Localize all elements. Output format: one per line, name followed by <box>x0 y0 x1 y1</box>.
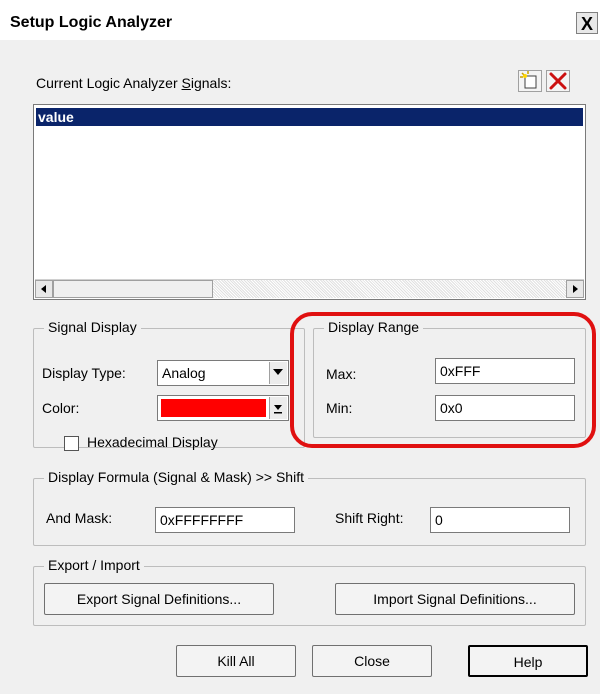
hexadecimal-display-label: Hexadecimal Display <box>87 434 218 450</box>
new-item-icon <box>520 71 537 89</box>
import-signal-definitions-button[interactable]: Import Signal Definitions... <box>335 583 575 615</box>
scroll-left-arrow[interactable] <box>35 280 53 298</box>
signals-label-prefix: Current Logic Analyzer <box>36 75 182 91</box>
scroll-right-arrow[interactable] <box>566 280 584 298</box>
kill-all-button[interactable]: Kill All <box>176 645 296 677</box>
signals-label-suffix: ignals: <box>190 75 232 91</box>
color-dropdown-button[interactable] <box>269 397 287 419</box>
and-mask-value: 0xFFFFFFFF <box>160 512 244 528</box>
scroll-thumb[interactable] <box>53 280 213 298</box>
title-bar: Setup Logic Analyzer X <box>0 0 600 40</box>
setup-logic-analyzer-dialog: Setup Logic Analyzer X Current Logic Ana… <box>0 0 600 694</box>
display-type-label: Display Type: <box>42 365 126 381</box>
new-signal-button[interactable] <box>518 70 542 92</box>
display-type-select[interactable]: Analog <box>157 360 289 386</box>
horizontal-scrollbar[interactable] <box>35 279 584 298</box>
shift-right-label: Shift Right: <box>335 510 404 526</box>
display-formula-legend: Display Formula (Signal & Mask) >> Shift <box>44 469 308 485</box>
color-picker[interactable] <box>157 395 289 421</box>
color-label: Color: <box>42 400 80 416</box>
scroll-right-icon <box>573 285 578 293</box>
signal-display-group: Signal Display <box>33 319 305 448</box>
window-title: Setup Logic Analyzer <box>10 14 173 31</box>
signal-display-legend: Signal Display <box>44 319 141 335</box>
signals-label-accelerator: S <box>181 75 191 91</box>
shift-right-value: 0 <box>435 512 443 528</box>
and-mask-field[interactable]: 0xFFFFFFFF <box>155 507 295 533</box>
and-mask-label: And Mask: <box>46 510 113 526</box>
scroll-left-icon <box>41 285 46 293</box>
export-import-legend: Export / Import <box>44 557 144 573</box>
close-button[interactable]: Close <box>312 645 432 677</box>
display-type-dropdown-button[interactable] <box>269 362 287 384</box>
close-icon: X <box>580 14 593 34</box>
help-button[interactable]: Help <box>468 645 588 677</box>
delete-signal-button[interactable] <box>546 70 570 92</box>
display-type-value: Analog <box>162 365 206 381</box>
shift-right-field[interactable]: 0 <box>430 507 570 533</box>
highlight-annotation <box>290 312 596 448</box>
list-item[interactable]: value <box>36 108 583 126</box>
chevron-down-icon <box>274 405 282 414</box>
close-window-button[interactable]: X <box>576 12 598 34</box>
export-signal-definitions-button[interactable]: Export Signal Definitions... <box>44 583 274 615</box>
hexadecimal-display-checkbox[interactable] <box>64 436 79 451</box>
color-swatch <box>161 399 266 417</box>
chevron-down-icon <box>273 369 283 375</box>
signals-list-label: Current Logic Analyzer Signals: <box>36 75 231 91</box>
signals-listbox[interactable]: value <box>33 104 586 300</box>
delete-icon <box>549 72 567 90</box>
